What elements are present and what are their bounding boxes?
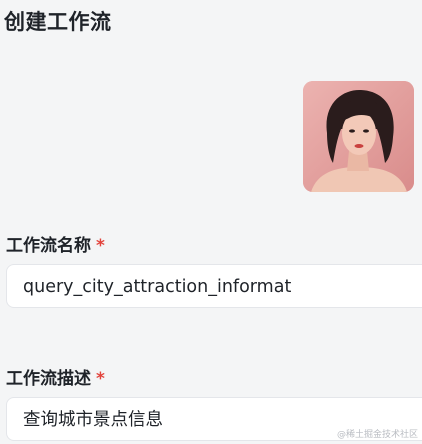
avatar[interactable] bbox=[303, 81, 414, 192]
workflow-name-label-text: 工作流名称 bbox=[6, 236, 91, 256]
required-marker: * bbox=[96, 369, 105, 389]
workflow-description-label-text: 工作流描述 bbox=[6, 369, 91, 389]
workflow-name-input[interactable]: query_city_attraction_informat bbox=[6, 264, 422, 308]
workflow-description-label: 工作流描述 * bbox=[6, 364, 105, 389]
required-marker: * bbox=[96, 236, 105, 256]
avatar-photo-icon bbox=[303, 81, 414, 192]
workflow-name-label: 工作流名称 * bbox=[6, 231, 105, 256]
page-title: 创建工作流 bbox=[4, 10, 112, 34]
watermark: @稀土掘金技术社区 bbox=[336, 430, 418, 440]
